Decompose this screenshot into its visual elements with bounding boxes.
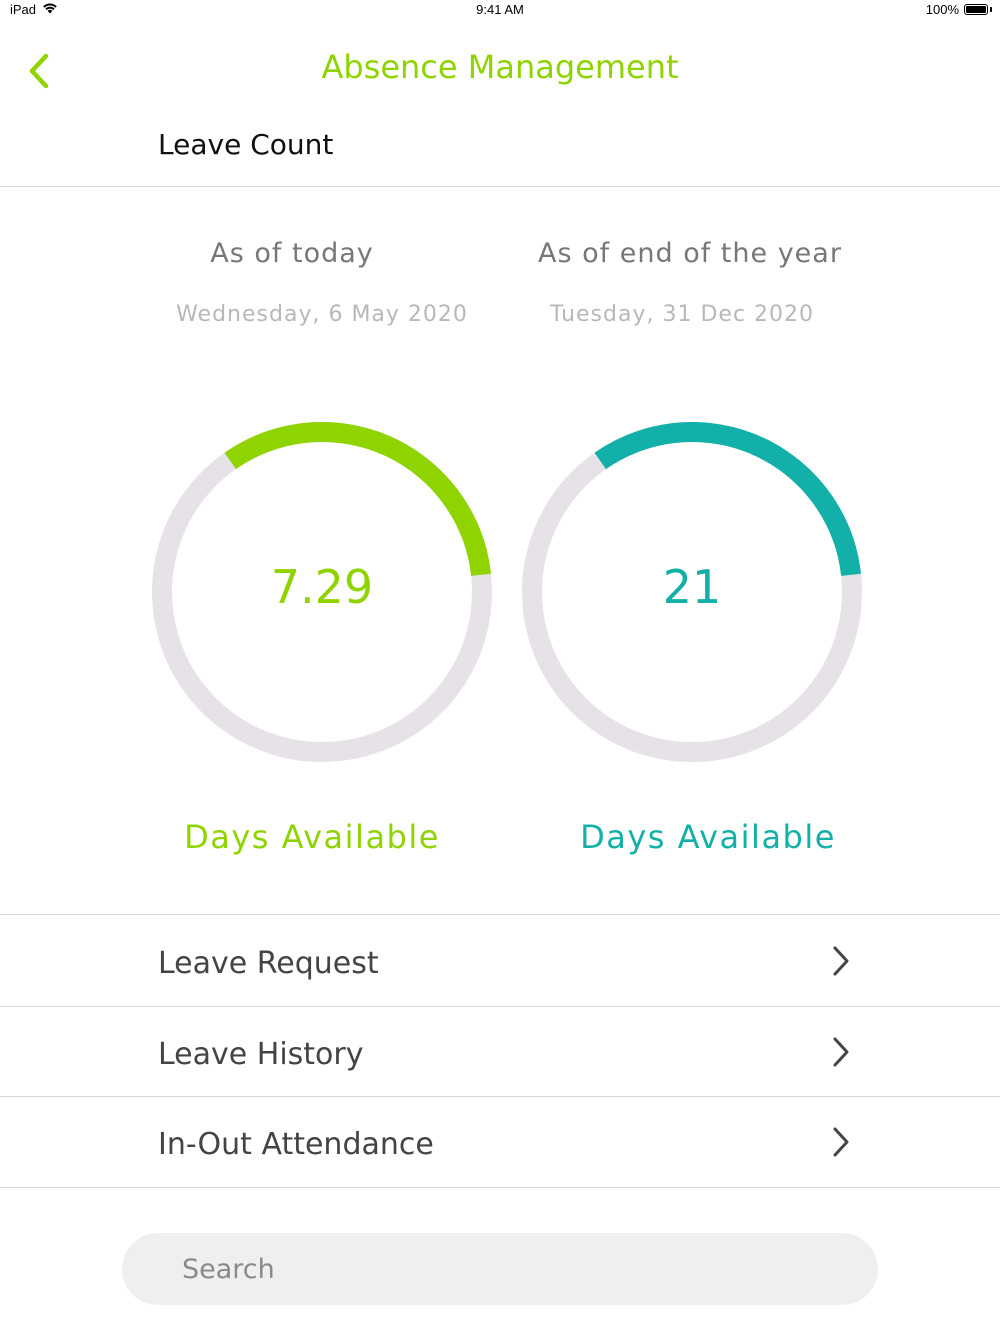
column-date-year-end: Tuesday, 31 Dec 2020 — [549, 302, 815, 327]
chevron-right-icon — [833, 946, 849, 976]
leave-gauge-today: 7.29 — [147, 417, 497, 767]
battery-percent: 100% — [925, 2, 959, 17]
section-title: Leave Count — [158, 128, 334, 161]
menu-item-in-out-attendance[interactable]: In-Out Attendance — [0, 1097, 1000, 1187]
column-heading-year-end: As of end of the year — [538, 238, 842, 269]
search-input[interactable] — [122, 1233, 878, 1305]
chevron-right-icon — [833, 1037, 849, 1067]
battery-tip — [990, 7, 992, 12]
days-available-label: Days Available — [184, 818, 440, 856]
battery-icon — [964, 4, 988, 15]
divider — [0, 914, 1000, 915]
page-title: Absence Management — [321, 48, 679, 86]
menu-item-leave-request[interactable]: Leave Request — [0, 916, 1000, 1006]
leave-gauge-year-end: 21 — [517, 417, 867, 767]
days-available-label: Days Available — [580, 818, 836, 856]
days-available-value: 7.29 — [270, 560, 374, 614]
divider — [0, 1187, 1000, 1188]
menu-item-leave-history[interactable]: Leave History — [0, 1007, 1000, 1097]
column-date-today: Wednesday, 6 May 2020 — [176, 302, 468, 327]
chevron-right-icon — [833, 1127, 849, 1157]
menu-item-label: Leave Request — [158, 946, 379, 981]
battery-fill — [966, 6, 986, 13]
status-bar: iPad 9:41 AM 100% — [0, 0, 1000, 22]
menu-item-label: Leave History — [158, 1037, 364, 1072]
menu-item-label: In-Out Attendance — [158, 1127, 434, 1162]
status-right: 100% — [926, 2, 992, 17]
status-time: 9:41 AM — [476, 2, 524, 17]
divider — [0, 186, 1000, 187]
days-available-value: 21 — [662, 560, 722, 614]
column-heading-today: As of today — [210, 238, 374, 269]
